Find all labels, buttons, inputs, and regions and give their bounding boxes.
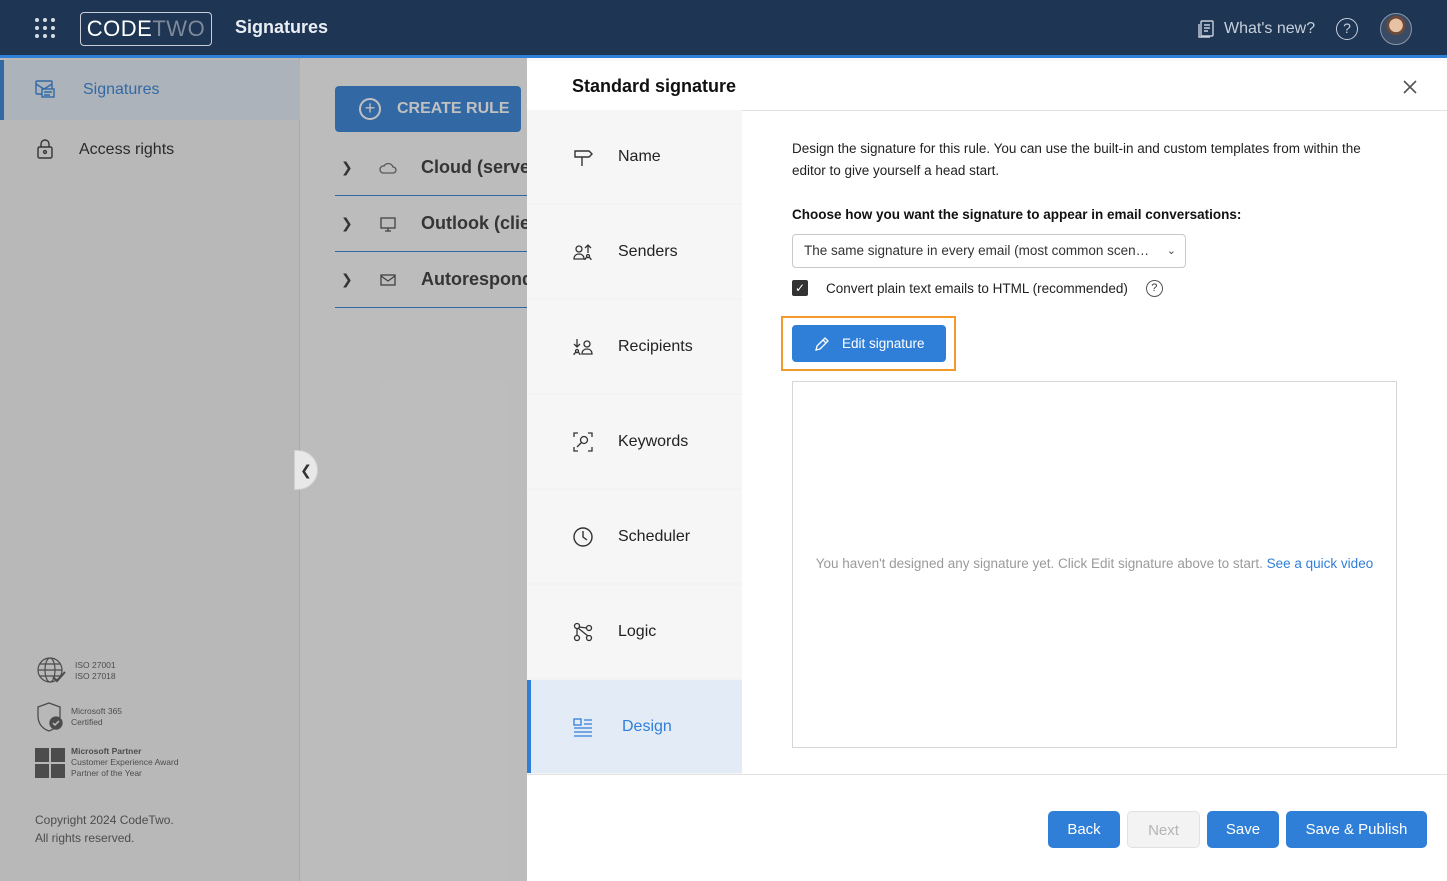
signpost-icon: [574, 149, 593, 166]
pencil-icon: [815, 336, 829, 351]
tab-recipients[interactable]: Recipients: [527, 300, 742, 393]
rule-tabs: Name Senders Recipients Keywords Schedul…: [527, 110, 742, 775]
edit-signature-label: Edit signature: [842, 336, 925, 351]
edit-signature-button[interactable]: Edit signature: [792, 325, 946, 362]
empty-message-text: You haven't designed any signature yet. …: [815, 556, 1263, 571]
clock-icon: [573, 526, 593, 547]
convert-html-checkbox[interactable]: ✓: [792, 280, 808, 296]
signature-mode-label: Choose how you want the signature to app…: [792, 207, 1242, 222]
senders-icon: [573, 243, 592, 260]
recipients-icon: [573, 338, 593, 355]
convert-html-row: ✓ Convert plain text emails to HTML (rec…: [792, 278, 1163, 298]
footer-divider: [527, 774, 1447, 775]
tab-label: Keywords: [618, 432, 689, 450]
tab-label: Name: [618, 147, 661, 165]
tab-senders[interactable]: Senders: [527, 205, 742, 298]
empty-preview-message: You haven't designed any signature yet. …: [793, 556, 1396, 571]
back-button[interactable]: Back: [1048, 811, 1120, 848]
save-button[interactable]: Save: [1207, 811, 1279, 848]
tab-label: Recipients: [618, 337, 693, 355]
tab-label: Design: [622, 717, 672, 735]
design-icon: [573, 717, 592, 737]
signature-mode-value: The same signature in every email (most …: [804, 243, 1163, 258]
convert-html-label[interactable]: Convert plain text emails to HTML (recom…: [826, 281, 1128, 296]
chevron-down-icon: ⌄: [1166, 245, 1176, 257]
codetwo-logo: CODETWO: [80, 12, 212, 46]
news-icon: [1198, 20, 1214, 38]
signature-mode-select[interactable]: The same signature in every email (most …: [792, 234, 1186, 268]
tab-logic[interactable]: Logic: [527, 585, 742, 678]
app-launcher-icon[interactable]: [35, 18, 55, 38]
logo-text-two: TWO: [152, 16, 206, 41]
whats-new-link[interactable]: What's new?: [1196, 18, 1315, 40]
top-bar: CODETWO Signatures What's new? ?: [0, 0, 1447, 58]
tab-label: Scheduler: [618, 527, 691, 545]
close-icon[interactable]: [1401, 78, 1419, 96]
keywords-icon: [573, 431, 593, 452]
next-button[interactable]: Next: [1127, 811, 1200, 848]
tab-keywords[interactable]: Keywords: [527, 395, 742, 488]
question-icon[interactable]: ?: [1145, 279, 1163, 297]
quick-video-link[interactable]: See a quick video: [1267, 556, 1374, 571]
design-description: Design the signature for this rule. You …: [792, 141, 1361, 178]
modal-backdrop[interactable]: [0, 58, 527, 881]
app-title: Signatures: [235, 17, 329, 37]
save-publish-button[interactable]: Save & Publish: [1286, 811, 1427, 848]
tab-scheduler[interactable]: Scheduler: [527, 490, 742, 583]
whats-new-label: What's new?: [1224, 20, 1316, 37]
edit-signature-highlight: Edit signature: [781, 316, 956, 371]
logo-text-code: CODE: [86, 16, 153, 41]
logic-icon: [573, 622, 593, 641]
tab-design[interactable]: Design: [527, 680, 742, 773]
tab-name[interactable]: Name: [527, 110, 742, 203]
panel-title: Standard signature: [572, 76, 737, 96]
rule-editor-panel: Standard signature Name Senders Recipien…: [527, 61, 1447, 881]
header-divider: [742, 110, 1447, 111]
tab-label: Senders: [618, 242, 678, 260]
tab-label: Logic: [618, 622, 657, 640]
help-icon[interactable]: ?: [1336, 18, 1358, 40]
signature-preview: You haven't designed any signature yet. …: [792, 381, 1397, 748]
user-avatar[interactable]: [1380, 13, 1412, 45]
